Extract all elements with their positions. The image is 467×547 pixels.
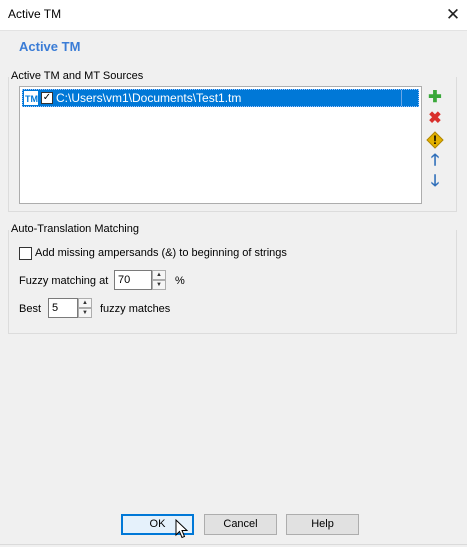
remove-source-button[interactable]: ✖ [425,109,445,129]
ampersand-checkbox[interactable] [19,247,32,260]
spin-down-icon[interactable]: ▼ [152,280,166,290]
fuzzy-matches-label: fuzzy matches [100,303,171,315]
list-item[interactable]: TM ✓ C:\Users\vm1\Documents\Test1.tm [22,89,419,107]
source-warning-button[interactable]: ! [425,130,445,150]
mouse-pointer-icon [175,519,189,539]
help-button[interactable]: Help [286,514,359,535]
sources-list[interactable]: TM ✓ C:\Users\vm1\Documents\Test1.tm [19,86,422,204]
fuzzy-spin-buttons: ▲ ▼ [152,270,166,290]
source-path: C:\Users\vm1\Documents\Test1.tm [56,91,242,105]
delete-icon: ✖ [428,110,442,127]
ampersand-label: Add missing ampersands (&) to beginning … [35,247,287,259]
best-label: Best [19,303,42,315]
move-down-button[interactable]: 🡓 [425,172,445,192]
close-button[interactable]: ✕ [441,3,465,27]
window-title: Active TM [8,7,62,21]
cancel-button[interactable]: Cancel [204,514,277,535]
page-title: Active TM [19,39,81,54]
best-matches-input[interactable]: 5 [48,298,78,318]
close-icon: ✕ [445,5,461,24]
spin-up-icon[interactable]: ▲ [78,298,92,308]
divider [0,544,467,545]
plus-icon: ✚ [428,89,442,106]
warning-mark: ! [433,133,437,147]
percent-unit-label: % [175,275,185,287]
fuzzy-percent-stepper[interactable]: 70 ▲ ▼ [114,270,167,290]
column-separator [401,90,402,106]
spin-down-icon[interactable]: ▼ [78,308,92,318]
arrow-down-icon: 🡓 [430,173,440,190]
source-enabled-checkbox[interactable]: ✓ [41,92,53,104]
title-bar: Active TM ✕ [0,0,467,30]
best-spin-buttons: ▲ ▼ [78,298,92,318]
fuzzy-matching-label: Fuzzy matching at [19,275,109,287]
arrow-up-icon: 🡑 [430,152,440,169]
add-source-button[interactable]: ✚ [425,88,445,108]
tm-icon: TM [24,91,38,105]
fuzzy-percent-input[interactable]: 70 [114,270,152,290]
spin-up-icon[interactable]: ▲ [152,270,166,280]
best-matches-stepper[interactable]: 5 ▲ ▼ [48,298,93,318]
move-up-button[interactable]: 🡑 [425,151,445,171]
